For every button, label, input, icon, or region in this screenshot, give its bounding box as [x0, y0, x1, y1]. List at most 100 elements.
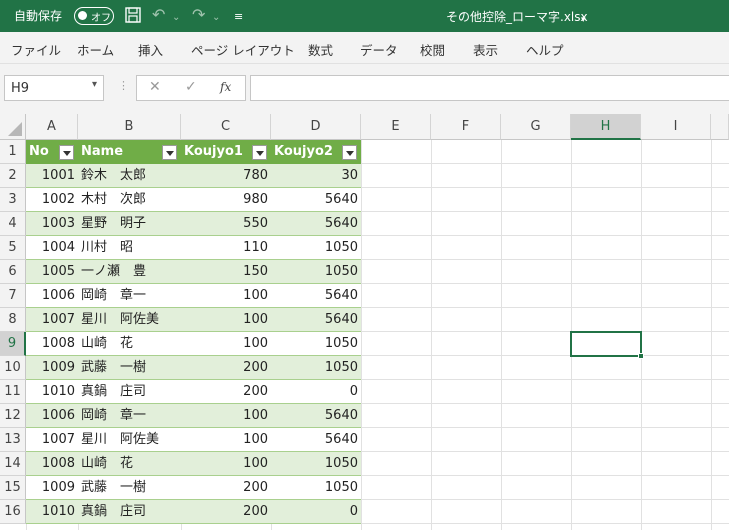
table-cell-koujyo1[interactable]: 780	[181, 164, 271, 188]
enter-icon[interactable]: ✓	[185, 79, 197, 95]
table-cell-no[interactable]: 1003	[26, 212, 78, 236]
table-cell-koujyo1[interactable]: 200	[181, 476, 271, 500]
table-cell-name[interactable]: 星川 阿佐美	[78, 428, 181, 452]
table-cell-koujyo2[interactable]: 5640	[271, 428, 361, 452]
column-header-f[interactable]: F	[431, 114, 501, 140]
table-cell-koujyo2[interactable]: 5640	[271, 284, 361, 308]
active-cell-selection[interactable]	[570, 331, 644, 359]
table-cell-no[interactable]: 1006	[26, 404, 78, 428]
column-header-a[interactable]: A	[26, 114, 78, 140]
row-header-5[interactable]: 5	[0, 236, 26, 260]
formula-input[interactable]	[250, 75, 729, 101]
column-header-g[interactable]: G	[501, 114, 571, 140]
table-cell-koujyo1[interactable]: 200	[181, 500, 271, 524]
table-cell-no[interactable]: 1010	[26, 500, 78, 524]
tab-data[interactable]: データ	[360, 40, 398, 59]
redo-icon[interactable]: ↷	[192, 6, 205, 24]
select-all-button[interactable]	[0, 114, 26, 140]
table-cell-no[interactable]: 1010	[26, 380, 78, 404]
table-header-koujyo2[interactable]: Koujyo2	[271, 140, 361, 164]
row-header-9[interactable]: 9	[0, 332, 26, 356]
filter-dropdown-button[interactable]	[252, 145, 267, 160]
row-header-6[interactable]: 6	[0, 260, 26, 284]
table-cell-koujyo2[interactable]: 1050	[271, 332, 361, 356]
table-cell-koujyo1[interactable]: 200	[181, 380, 271, 404]
table-cell-koujyo2[interactable]: 1050	[271, 236, 361, 260]
row-header-12[interactable]: 12	[0, 404, 26, 428]
tab-page-layout[interactable]: ページ レイアウト	[191, 40, 295, 59]
table-cell-koujyo1[interactable]: 100	[181, 332, 271, 356]
table-cell-koujyo2[interactable]: 30	[271, 164, 361, 188]
row-header-10[interactable]: 10	[0, 356, 26, 380]
table-header-name[interactable]: Name	[78, 140, 181, 164]
column-header-partial[interactable]	[711, 114, 729, 140]
tab-help[interactable]: ヘルプ	[526, 40, 564, 59]
table-cell-name[interactable]: 武藤 一樹	[78, 356, 181, 380]
undo-icon[interactable]: ↶	[152, 6, 165, 24]
row-header-2[interactable]: 2	[0, 164, 26, 188]
row-header-16[interactable]: 16	[0, 500, 26, 524]
table-cell-name[interactable]: 真鍋 庄司	[78, 380, 181, 404]
tab-view[interactable]: 表示	[473, 40, 498, 59]
tab-formulas[interactable]: 数式	[308, 40, 333, 59]
table-cell-koujyo1[interactable]: 980	[181, 188, 271, 212]
undo-dropdown-icon[interactable]: ⌄	[172, 9, 180, 27]
table-cell-no[interactable]: 1002	[26, 188, 78, 212]
row-header-7[interactable]: 7	[0, 284, 26, 308]
table-cell-koujyo2[interactable]: 1050	[271, 476, 361, 500]
table-cell-name[interactable]: 岡崎 章一	[78, 284, 181, 308]
row-header-4[interactable]: 4	[0, 212, 26, 236]
row-header-3[interactable]: 3	[0, 188, 26, 212]
row-header-13[interactable]: 13	[0, 428, 26, 452]
table-header-koujyo1[interactable]: Koujyo1	[181, 140, 271, 164]
tab-insert[interactable]: 挿入	[138, 40, 163, 59]
column-header-c[interactable]: C	[181, 114, 271, 140]
table-cell-name[interactable]: 真鍋 庄司	[78, 500, 181, 524]
customize-toolbar-icon[interactable]: ≡	[234, 8, 243, 26]
row-header-15[interactable]: 15	[0, 476, 26, 500]
table-cell-name[interactable]: 星野 明子	[78, 212, 181, 236]
row-header-8[interactable]: 8	[0, 308, 26, 332]
autosave-toggle[interactable]: オフ	[74, 7, 114, 25]
worksheet-grid[interactable]: ABCDEFGHI 1 2 3 4 5 6 7 8 9 10 11 12 13 14 15 16 No Name…	[0, 114, 729, 530]
filter-dropdown-button[interactable]	[59, 145, 74, 160]
table-cell-no[interactable]: 1006	[26, 284, 78, 308]
filename-dropdown-icon[interactable]: ▾	[581, 11, 586, 29]
table-cell-koujyo1[interactable]: 150	[181, 260, 271, 284]
filter-dropdown-button[interactable]	[162, 145, 177, 160]
table-cell-name[interactable]: 鈴木 太郎	[78, 164, 181, 188]
table-cell-koujyo1[interactable]: 100	[181, 308, 271, 332]
table-cell-no[interactable]: 1008	[26, 332, 78, 356]
table-cell-name[interactable]: 山崎 花	[78, 452, 181, 476]
column-header-b[interactable]: B	[78, 114, 181, 140]
table-cell-no[interactable]: 1007	[26, 308, 78, 332]
table-cell-koujyo1[interactable]: 100	[181, 428, 271, 452]
table-cell-koujyo2[interactable]: 5640	[271, 188, 361, 212]
table-cell-name[interactable]: 川村 昭	[78, 236, 181, 260]
table-cell-no[interactable]: 1001	[26, 164, 78, 188]
row-header-11[interactable]: 11	[0, 380, 26, 404]
column-header-d[interactable]: D	[271, 114, 361, 140]
save-icon[interactable]	[124, 6, 142, 28]
column-header-i[interactable]: I	[641, 114, 711, 140]
table-cell-koujyo2[interactable]: 1050	[271, 260, 361, 284]
chevron-down-icon[interactable]: ▾	[92, 79, 97, 90]
table-cell-koujyo2[interactable]: 0	[271, 500, 361, 524]
table-cell-koujyo2[interactable]: 5640	[271, 212, 361, 236]
tab-review[interactable]: 校閲	[420, 40, 445, 59]
table-cell-koujyo1[interactable]: 100	[181, 404, 271, 428]
table-cell-name[interactable]: 武藤 一樹	[78, 476, 181, 500]
redo-dropdown-icon[interactable]: ⌄	[212, 9, 220, 27]
fill-handle[interactable]	[638, 353, 644, 359]
table-cell-koujyo1[interactable]: 550	[181, 212, 271, 236]
table-cell-no[interactable]: 1007	[26, 428, 78, 452]
table-cell-koujyo1[interactable]: 100	[181, 284, 271, 308]
table-cell-koujyo1[interactable]: 110	[181, 236, 271, 260]
table-cell-name[interactable]: 一ノ瀬 豊	[78, 260, 181, 284]
tab-file[interactable]: ファイル	[11, 40, 61, 59]
table-cell-koujyo2[interactable]: 0	[271, 380, 361, 404]
table-cell-no[interactable]: 1009	[26, 356, 78, 380]
filter-dropdown-button[interactable]	[342, 145, 357, 160]
table-cell-koujyo1[interactable]: 100	[181, 452, 271, 476]
table-cell-koujyo2[interactable]: 5640	[271, 404, 361, 428]
